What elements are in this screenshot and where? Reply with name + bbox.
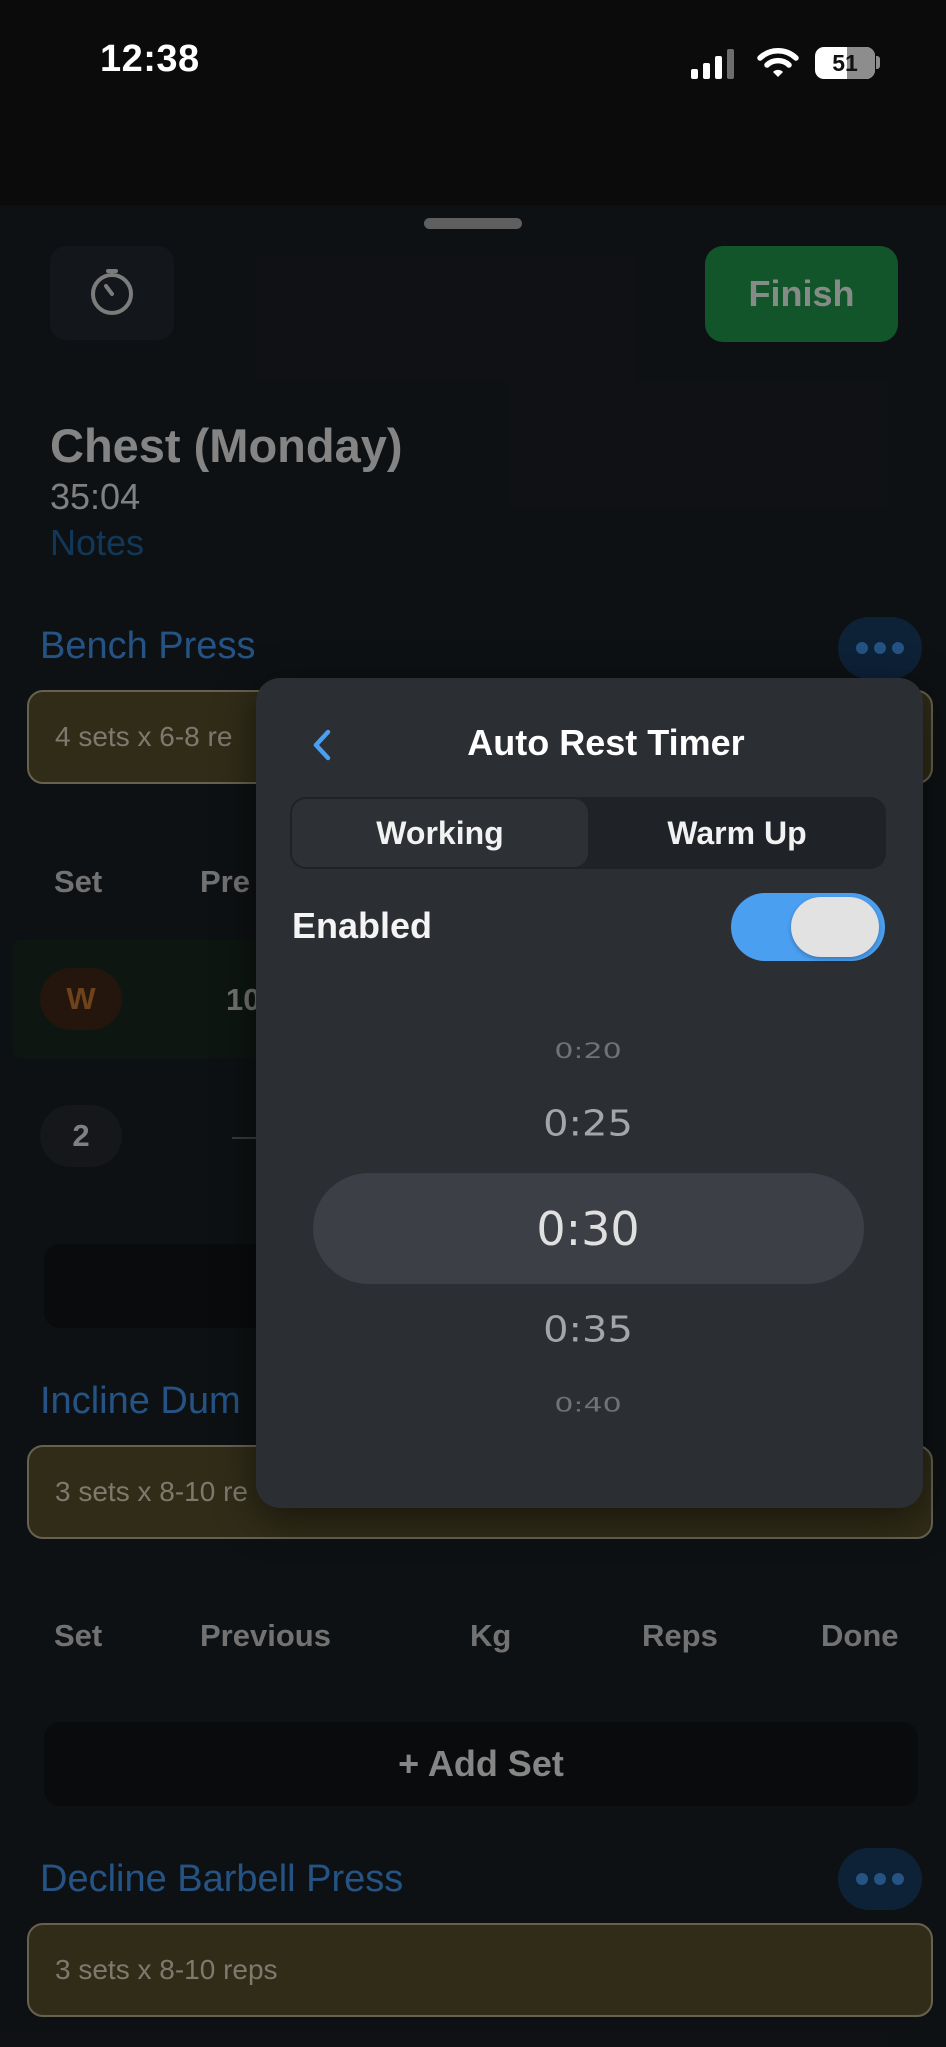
status-time: 12:38 <box>100 38 200 80</box>
enabled-label: Enabled <box>292 905 433 946</box>
wifi-icon <box>757 48 799 77</box>
picker-option[interactable]: 0:25 <box>290 1103 886 1144</box>
picker-option[interactable]: 0:20 <box>290 1039 886 1064</box>
popup-title: Auto Rest Timer <box>467 722 745 763</box>
battery-nub <box>876 56 880 69</box>
picker-option-selected[interactable]: 0:30 <box>290 1202 886 1256</box>
battery-level: 51 <box>832 50 858 76</box>
cellular-signal-icon <box>691 47 739 79</box>
status-bar <box>0 0 946 205</box>
picker-option[interactable]: 0:40 <box>290 1394 886 1417</box>
toggle-knob <box>791 897 879 957</box>
segment-warm-up[interactable]: Warm Up <box>588 797 886 869</box>
battery-icon: 51 <box>815 47 875 79</box>
picker-option[interactable]: 0:35 <box>290 1309 886 1350</box>
segment-working[interactable]: Working <box>292 797 588 869</box>
